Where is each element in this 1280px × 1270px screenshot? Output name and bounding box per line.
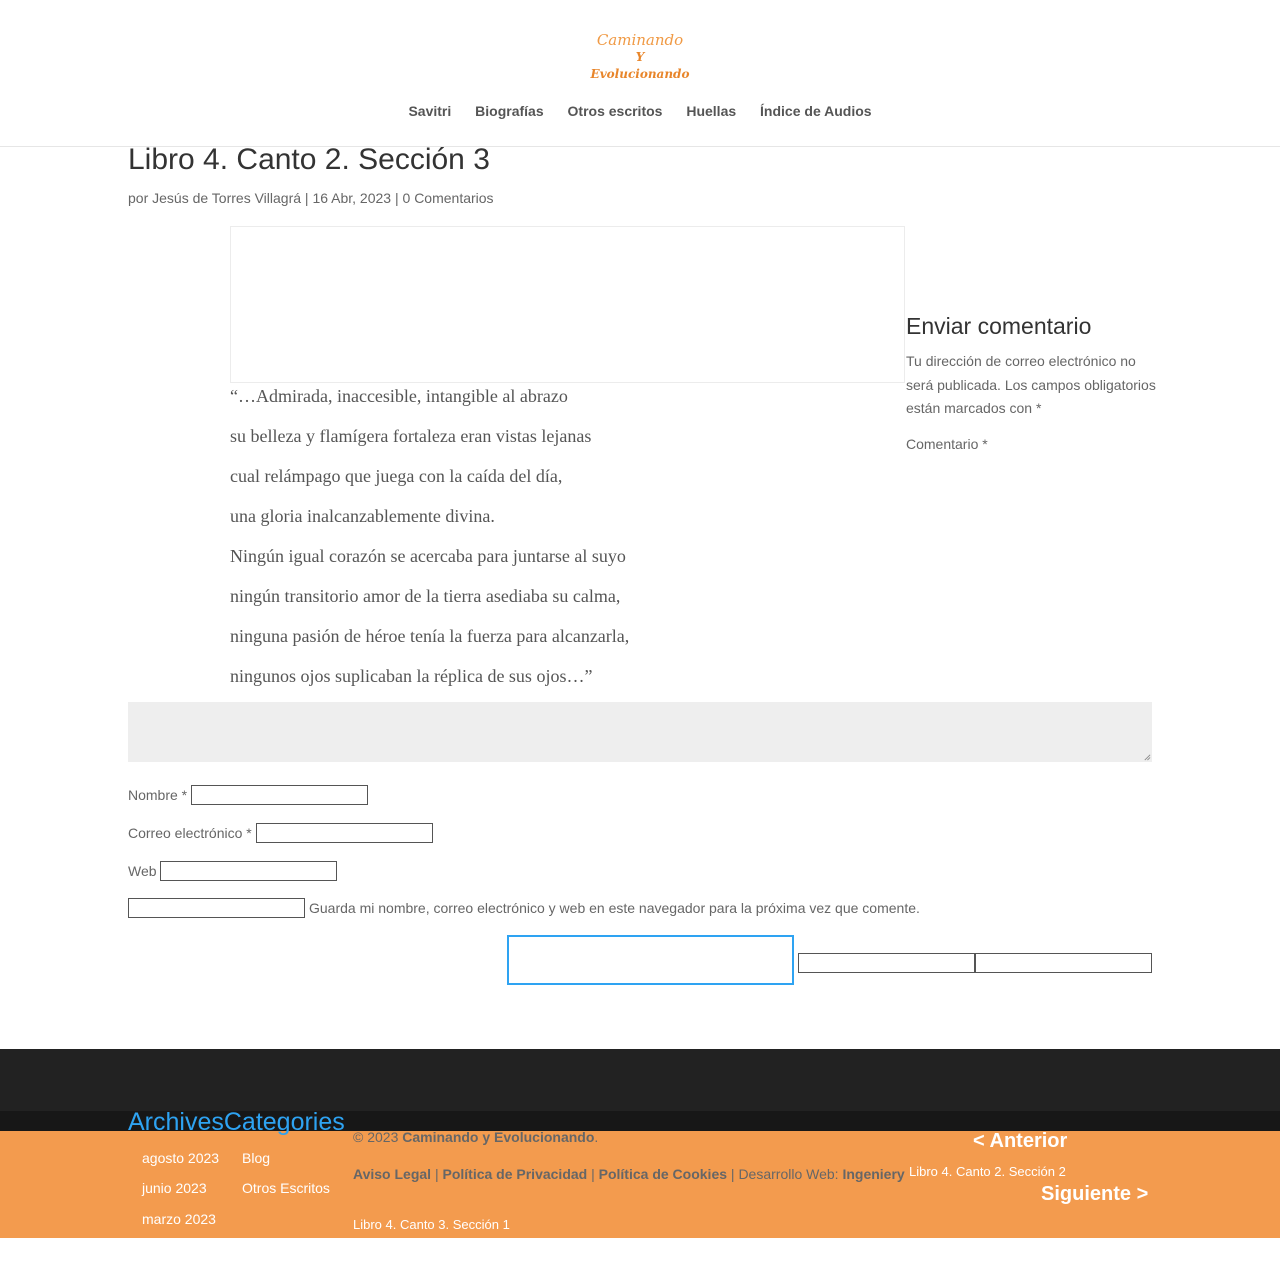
- hidden-field[interactable]: [975, 953, 1152, 973]
- meta-separator: |: [391, 190, 403, 206]
- legal-link[interactable]: Aviso Legal: [353, 1166, 431, 1182]
- site-header: Caminando Y Evolucionando Savitri Biogra…: [0, 0, 1280, 147]
- prev-post-label[interactable]: < Anterior: [973, 1130, 1067, 1153]
- name-row: Nombre *: [128, 785, 369, 805]
- developer-link[interactable]: Ingeniery: [842, 1166, 904, 1182]
- poem-line: su belleza y flamígera fortaleza eran vi…: [230, 426, 592, 446]
- cookies-row: Guarda mi nombre, correo electrónico y w…: [128, 898, 920, 918]
- copyright-site-link[interactable]: Caminando y Evolucionando: [402, 1129, 594, 1145]
- email-label: Correo electrónico *: [128, 825, 252, 841]
- web-input[interactable]: [159, 861, 337, 881]
- legal-separator: |: [727, 1166, 739, 1182]
- site-logo[interactable]: Caminando Y Evolucionando: [590, 32, 690, 83]
- nav-item-indice-audios[interactable]: Índice de Audios: [760, 103, 872, 119]
- prev-post-title[interactable]: Libro 4. Canto 2. Sección 2: [909, 1164, 1066, 1179]
- reply-title: Enviar comentario: [906, 313, 1092, 339]
- category-link[interactable]: Otros Escritos: [242, 1180, 330, 1196]
- privacy-link[interactable]: Política de Privacidad: [442, 1166, 587, 1182]
- comment-textarea[interactable]: [128, 702, 1152, 762]
- post-date: 16 Abr, 2023: [312, 190, 392, 206]
- meta-separator: |: [301, 190, 313, 206]
- poem-line: ninguna pasión de héroe tenía la fuerza …: [230, 626, 630, 646]
- dev-label: Desarrollo Web:: [738, 1166, 843, 1182]
- archive-link[interactable]: junio 2023: [142, 1180, 207, 1196]
- poem-line: ningunos ojos suplicaban la réplica de s…: [230, 666, 593, 686]
- logo-line-2: Y Evolucionando: [590, 50, 690, 81]
- nav-item-biografias[interactable]: Biografías: [475, 103, 543, 119]
- nav-item-otros-escritos[interactable]: Otros escritos: [568, 103, 663, 119]
- poem-line: ningún transitorio amor de la tierra ase…: [230, 586, 621, 606]
- submit-comment-button[interactable]: [507, 935, 794, 985]
- copyright-suffix: .: [594, 1129, 599, 1145]
- name-input[interactable]: [191, 785, 369, 805]
- archive-link[interactable]: marzo 2023: [142, 1211, 216, 1227]
- legal-separator: |: [587, 1166, 599, 1182]
- post-comments-link[interactable]: 0 Comentarios: [403, 190, 494, 206]
- footer-copyright: © 2023 Caminando y Evolucionando.: [353, 1129, 598, 1145]
- footer-widgets-area: [0, 1049, 1280, 1111]
- name-label: Nombre *: [128, 787, 188, 803]
- poem-line: una gloria inalcanzablemente divina.: [230, 506, 495, 526]
- next-post-label[interactable]: Siguiente >: [1041, 1183, 1148, 1206]
- cookies-policy-link[interactable]: Política de Cookies: [599, 1166, 727, 1182]
- main-nav: Savitri Biografías Otros escritos Huella…: [0, 103, 1280, 119]
- resize-handle-icon[interactable]: [1143, 753, 1151, 761]
- web-label: Web: [128, 863, 157, 879]
- logo-line-1: Caminando: [596, 31, 684, 49]
- footer-legal-links: Aviso Legal | Política de Privacidad | P…: [353, 1166, 905, 1182]
- legal-separator: |: [431, 1166, 443, 1182]
- post-meta: por Jesús de Torres Villagrá | 16 Abr, 2…: [128, 190, 494, 206]
- archive-link[interactable]: agosto 2023: [142, 1150, 219, 1166]
- cookies-consent-label: Guarda mi nombre, correo electrónico y w…: [309, 900, 920, 916]
- post-author[interactable]: por Jesús de Torres Villagrá: [128, 190, 301, 206]
- copyright-prefix: © 2023: [353, 1129, 403, 1145]
- comment-notes: Tu dirección de correo electrónico no se…: [906, 353, 1156, 416]
- post-title: Libro 4. Canto 2. Sección 3: [128, 143, 490, 176]
- poem-line: “…Admirada, inaccesible, intangible al a…: [230, 386, 568, 406]
- footer-widget-titles: ArchivesCategories: [128, 1108, 345, 1136]
- embedded-audio-frame[interactable]: [230, 226, 905, 383]
- cookies-consent-checkbox[interactable]: [128, 898, 305, 918]
- poem-line: cual relámpago que juega con la caída de…: [230, 466, 563, 486]
- category-link[interactable]: Blog: [242, 1150, 270, 1166]
- hidden-field[interactable]: [798, 953, 975, 973]
- email-row: Correo electrónico *: [128, 823, 433, 843]
- comment-label: Comentario *: [906, 436, 988, 452]
- poem-line: Ningún igual corazón se acercaba para ju…: [230, 546, 626, 566]
- poem-text: “…Admirada, inaccesible, intangible al a…: [230, 384, 629, 704]
- email-input[interactable]: [255, 823, 433, 843]
- web-row: Web: [128, 861, 337, 881]
- nav-item-huellas[interactable]: Huellas: [686, 103, 736, 119]
- nav-item-savitri[interactable]: Savitri: [408, 103, 451, 119]
- next-post-title[interactable]: Libro 4. Canto 3. Sección 1: [353, 1217, 510, 1232]
